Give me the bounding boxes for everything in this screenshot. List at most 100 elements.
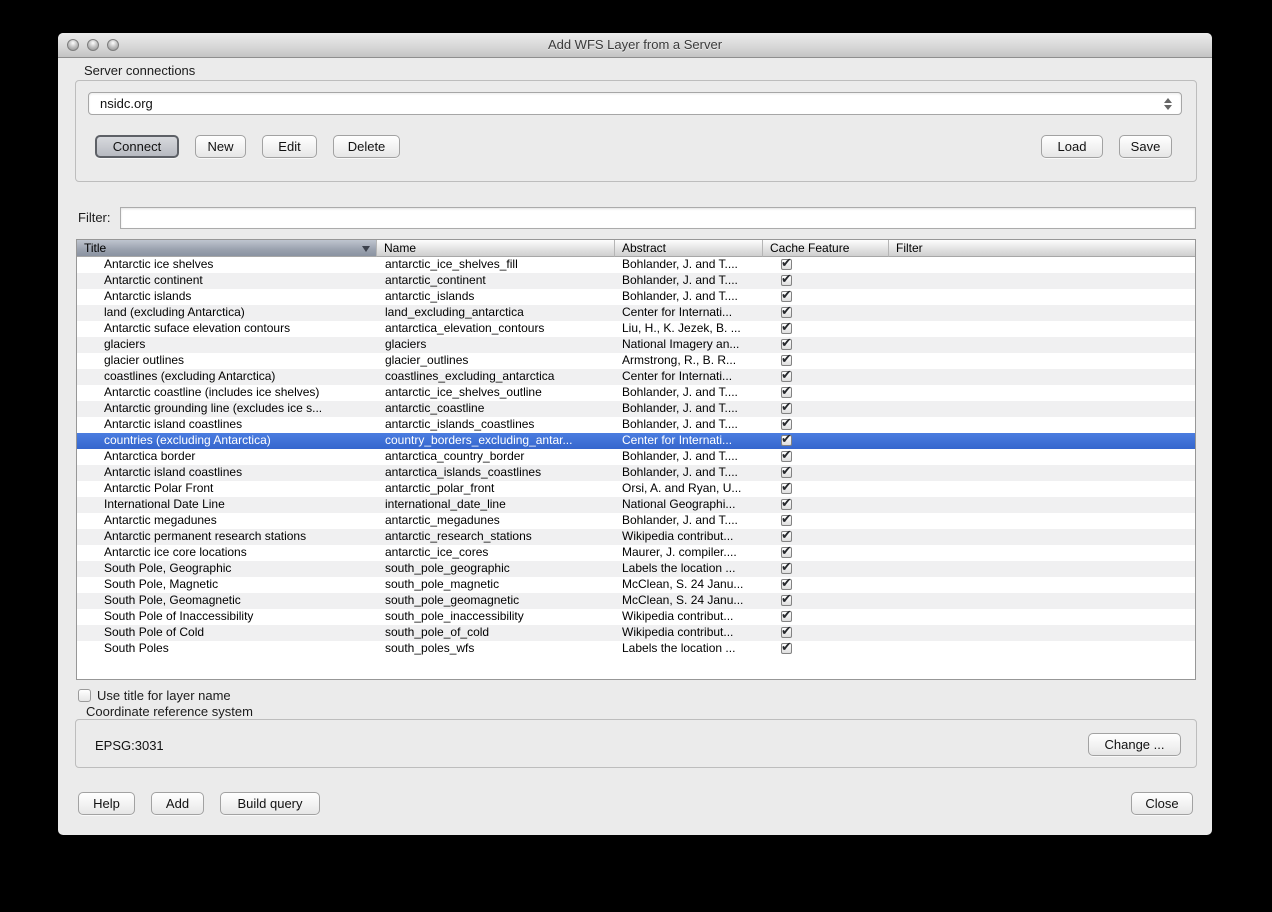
cell-filter[interactable] [889, 449, 1195, 465]
column-header-name[interactable]: Name [377, 240, 615, 257]
cell-filter[interactable] [889, 257, 1195, 273]
cell-abstract[interactable]: Bohlander, J. and T.... [615, 257, 763, 273]
table-row[interactable]: Antarctic ice core locationsantarctic_ic… [77, 545, 1195, 561]
cell-cache-feature[interactable] [763, 401, 889, 417]
column-header-filter[interactable]: Filter [889, 240, 1195, 257]
cell-cache-feature[interactable] [763, 529, 889, 545]
close-button[interactable]: Close [1131, 792, 1193, 815]
cell-cache-feature[interactable] [763, 481, 889, 497]
cell-filter[interactable] [889, 273, 1195, 289]
connect-button[interactable]: Connect [95, 135, 179, 158]
cache-feature-checkbox[interactable] [781, 419, 792, 430]
table-row[interactable]: Antarctic ice shelvesantarctic_ice_shelv… [77, 257, 1195, 273]
table-row[interactable]: Antarctic islandsantarctic_islandsBohlan… [77, 289, 1195, 305]
cell-abstract[interactable]: Bohlander, J. and T.... [615, 289, 763, 305]
cache-feature-checkbox[interactable] [781, 387, 792, 398]
cell-filter[interactable] [889, 545, 1195, 561]
cell-abstract[interactable]: Center for Internati... [615, 305, 763, 321]
cell-title[interactable]: Antarctic island coastlines [77, 465, 377, 481]
table-row[interactable]: South Pole of Coldsouth_pole_of_coldWiki… [77, 625, 1195, 641]
table-row[interactable]: Antarctic Polar Frontantarctic_polar_fro… [77, 481, 1195, 497]
table-row[interactable]: Antarctic permanent research stationsant… [77, 529, 1195, 545]
cache-feature-checkbox[interactable] [781, 355, 792, 366]
cell-title[interactable]: coastlines (excluding Antarctica) [77, 369, 377, 385]
cell-abstract[interactable]: Orsi, A. and Ryan, U... [615, 481, 763, 497]
cell-cache-feature[interactable] [763, 641, 889, 657]
cell-title[interactable]: South Pole, Geomagnetic [77, 593, 377, 609]
table-row[interactable]: glaciersglaciersNational Imagery an... [77, 337, 1195, 353]
column-header-abstract[interactable]: Abstract [615, 240, 763, 257]
cell-name[interactable]: south_pole_inaccessibility [377, 609, 615, 625]
cell-name[interactable]: south_poles_wfs [377, 641, 615, 657]
cell-name[interactable]: glacier_outlines [377, 353, 615, 369]
cell-name[interactable]: antarctic_islands [377, 289, 615, 305]
cell-name[interactable]: antarctica_country_border [377, 449, 615, 465]
use-title-checkbox[interactable] [78, 689, 91, 702]
cache-feature-checkbox[interactable] [781, 339, 792, 350]
help-button[interactable]: Help [78, 792, 135, 815]
cell-filter[interactable] [889, 337, 1195, 353]
cell-name[interactable]: antarctica_islands_coastlines [377, 465, 615, 481]
cell-filter[interactable] [889, 625, 1195, 641]
new-button[interactable]: New [195, 135, 246, 158]
cache-feature-checkbox[interactable] [781, 499, 792, 510]
cell-title[interactable]: South Pole of Inaccessibility [77, 609, 377, 625]
cell-filter[interactable] [889, 513, 1195, 529]
cell-cache-feature[interactable] [763, 337, 889, 353]
cell-name[interactable]: international_date_line [377, 497, 615, 513]
cache-feature-checkbox[interactable] [781, 515, 792, 526]
cell-abstract[interactable]: Armstrong, R., B. R... [615, 353, 763, 369]
cell-title[interactable]: Antarctic island coastlines [77, 417, 377, 433]
cell-abstract[interactable]: Liu, H., K. Jezek, B. ... [615, 321, 763, 337]
cell-filter[interactable] [889, 321, 1195, 337]
table-row[interactable]: Antarctic coastline (includes ice shelve… [77, 385, 1195, 401]
cell-abstract[interactable]: Wikipedia contribut... [615, 625, 763, 641]
cell-filter[interactable] [889, 577, 1195, 593]
cell-title[interactable]: South Poles [77, 641, 377, 657]
cell-name[interactable]: antarctica_elevation_contours [377, 321, 615, 337]
cell-filter[interactable] [889, 465, 1195, 481]
cell-filter[interactable] [889, 593, 1195, 609]
cell-abstract[interactable]: Wikipedia contribut... [615, 609, 763, 625]
cell-title[interactable]: Antarctic ice shelves [77, 257, 377, 273]
table-row[interactable]: countries (excluding Antarctica)country_… [77, 433, 1195, 449]
add-button[interactable]: Add [151, 792, 204, 815]
cell-cache-feature[interactable] [763, 305, 889, 321]
cell-abstract[interactable]: National Imagery an... [615, 337, 763, 353]
cell-name[interactable]: antarctic_research_stations [377, 529, 615, 545]
table-row[interactable]: South Polessouth_poles_wfsLabels the loc… [77, 641, 1195, 657]
table-row[interactable]: South Pole of Inaccessibilitysouth_pole_… [77, 609, 1195, 625]
table-row[interactable]: Antarctic island coastlinesantarctica_is… [77, 465, 1195, 481]
cache-feature-checkbox[interactable] [781, 291, 792, 302]
cell-title[interactable]: countries (excluding Antarctica) [77, 433, 377, 449]
cell-abstract[interactable]: Center for Internati... [615, 433, 763, 449]
cell-cache-feature[interactable] [763, 625, 889, 641]
cell-filter[interactable] [889, 417, 1195, 433]
cell-title[interactable]: South Pole of Cold [77, 625, 377, 641]
cell-name[interactable]: antarctic_polar_front [377, 481, 615, 497]
cell-abstract[interactable]: Bohlander, J. and T.... [615, 449, 763, 465]
save-button[interactable]: Save [1119, 135, 1172, 158]
column-header-title[interactable]: Title [77, 240, 377, 257]
column-header-cache-feature[interactable]: Cache Feature [763, 240, 889, 257]
cell-cache-feature[interactable] [763, 385, 889, 401]
cell-name[interactable]: antarctic_islands_coastlines [377, 417, 615, 433]
cell-abstract[interactable]: Labels the location ... [615, 561, 763, 577]
cell-name[interactable]: glaciers [377, 337, 615, 353]
cell-cache-feature[interactable] [763, 289, 889, 305]
cache-feature-checkbox[interactable] [781, 275, 792, 286]
cell-filter[interactable] [889, 609, 1195, 625]
cell-abstract[interactable]: Center for Internati... [615, 369, 763, 385]
filter-input[interactable] [120, 207, 1196, 229]
cache-feature-checkbox[interactable] [781, 451, 792, 462]
table-row[interactable]: coastlines (excluding Antarctica)coastli… [77, 369, 1195, 385]
cell-filter[interactable] [889, 401, 1195, 417]
table-row[interactable]: land (excluding Antarctica)land_excludin… [77, 305, 1195, 321]
cell-abstract[interactable]: Wikipedia contribut... [615, 529, 763, 545]
cell-abstract[interactable]: McClean, S. 24 Janu... [615, 593, 763, 609]
cache-feature-checkbox[interactable] [781, 435, 792, 446]
cache-feature-checkbox[interactable] [781, 323, 792, 334]
cell-name[interactable]: coastlines_excluding_antarctica [377, 369, 615, 385]
cache-feature-checkbox[interactable] [781, 307, 792, 318]
cell-name[interactable]: south_pole_magnetic [377, 577, 615, 593]
